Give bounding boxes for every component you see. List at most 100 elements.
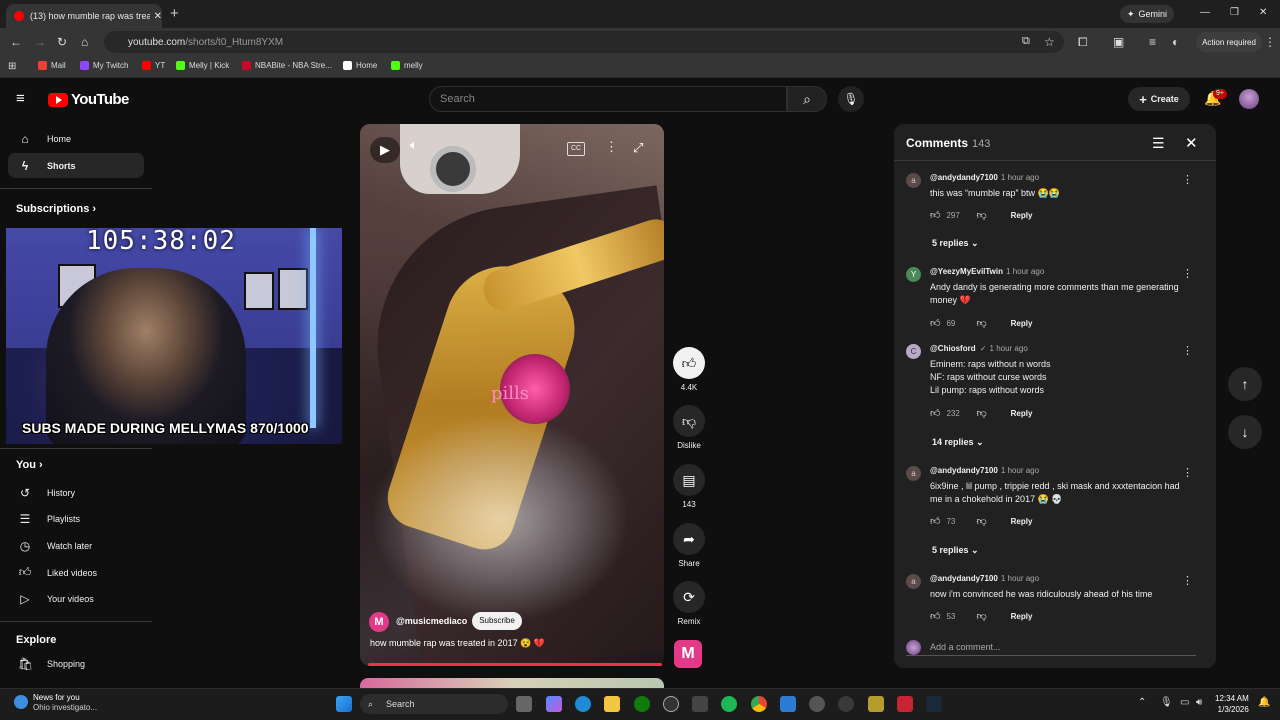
chevron-up-icon[interactable]: ⌃ <box>1138 697 1146 708</box>
browser-tab[interactable]: (13) how mumble rap was treat ✕ <box>6 4 162 28</box>
browser-menu-icon[interactable]: ⋮ <box>1264 35 1276 49</box>
thumbs-down-icon[interactable]: 👎︎ <box>976 317 986 329</box>
home-icon[interactable]: ⌂ <box>81 35 88 49</box>
comment-menu-icon[interactable]: ⋮ <box>1182 574 1193 587</box>
reply-button[interactable]: Reply <box>1011 319 1033 328</box>
short-title[interactable]: how mumble rap was treated in 2017 😵 💔 <box>370 638 545 649</box>
sidebar-item-liked-videos[interactable]: 👍︎ Liked videos <box>8 560 144 585</box>
replies-toggle[interactable]: 5 replies ⌄ <box>932 238 979 249</box>
reply-button[interactable]: Reply <box>1011 211 1033 220</box>
comment-author[interactable]: @YeezyMyEvilTwin 1 hour ago <box>930 267 1044 276</box>
profile-icon[interactable]: ◐ <box>1172 35 1179 49</box>
remix-button[interactable]: ⟳ Remix <box>672 581 706 626</box>
sidebar-item-home[interactable]: ⌂ Home <box>8 126 144 151</box>
channel-thumbnail[interactable]: M <box>674 640 702 668</box>
app-icon[interactable] <box>868 696 884 712</box>
subscriptions-header[interactable]: Subscriptions › <box>16 203 96 215</box>
youtube-logo[interactable]: YouTube <box>48 91 129 108</box>
bookmark-home[interactable]: Home <box>343 61 377 70</box>
extensions-icon[interactable]: ⧠ <box>1078 35 1088 50</box>
volume-icon[interactable]: 🔊︎ <box>1196 697 1202 708</box>
obs-icon[interactable] <box>838 696 854 712</box>
share-button[interactable]: ➦ Share <box>672 523 706 568</box>
avatar[interactable] <box>1239 89 1259 109</box>
volume-icon[interactable]: 🔈︎ <box>410 137 418 153</box>
search-icon[interactable]: ⌕ <box>787 86 827 112</box>
comment-author[interactable]: @Chiosford ✓ 1 hour ago <box>930 344 1028 353</box>
play-icon[interactable]: ▶ <box>370 137 400 163</box>
next-short-arrow-down-icon[interactable]: ↓ <box>1228 415 1262 449</box>
thumbs-up-icon[interactable]: 👍︎ <box>930 317 940 329</box>
comment-author[interactable]: @andydandy7100 1 hour ago <box>930 466 1039 475</box>
file-explorer-icon[interactable] <box>604 696 620 712</box>
network-icon[interactable]: ▭ <box>1180 697 1189 708</box>
action-required-button[interactable]: Action required <box>1196 32 1262 52</box>
store-icon[interactable] <box>692 696 708 712</box>
like-button[interactable]: 👍︎ 4.4K <box>672 347 706 392</box>
video-progress-bar[interactable] <box>368 663 662 666</box>
avatar[interactable]: C <box>906 344 921 359</box>
bookmark-melly[interactable]: melly <box>391 61 423 70</box>
avatar[interactable]: a <box>906 173 921 188</box>
comment-menu-icon[interactable]: ⋮ <box>1182 344 1193 357</box>
menu-icon[interactable]: ≡ <box>16 91 32 106</box>
sort-icon[interactable]: ☰ <box>1152 135 1165 152</box>
reload-icon[interactable]: ↻ <box>57 35 67 49</box>
thumbs-up-icon[interactable]: 👍︎ <box>930 610 940 622</box>
sidebar-item-your-videos[interactable]: ▷ Your videos <box>8 586 144 611</box>
back-icon[interactable]: ← <box>10 35 22 49</box>
sidebar-item-shorts[interactable]: ϟ Shorts <box>8 153 144 178</box>
minimize-icon[interactable]: — <box>1200 7 1210 18</box>
more-options-icon[interactable]: ⋮ <box>605 139 618 155</box>
sidebar-item-history[interactable]: ↺ History <box>8 480 144 505</box>
captions-icon[interactable]: CC <box>567 142 585 156</box>
edge-icon[interactable] <box>575 696 591 712</box>
taskbar-search[interactable]: ⌕ Search <box>360 694 508 714</box>
clock[interactable]: 12:34 AM 1/3/2026 <box>1215 693 1249 715</box>
xbox-icon[interactable] <box>634 696 650 712</box>
sidebar-item-shopping[interactable]: 🛍︎ Shopping <box>8 651 144 676</box>
reply-button[interactable]: Reply <box>1011 612 1033 621</box>
search-input[interactable]: Search <box>429 86 787 112</box>
photos-icon[interactable] <box>780 696 796 712</box>
gemini-button[interactable]: ✦ Gemini <box>1120 5 1174 23</box>
reply-button[interactable]: Reply <box>1011 517 1033 526</box>
avatar[interactable]: a <box>906 466 921 481</box>
channel-avatar[interactable]: M <box>369 612 389 632</box>
start-windows-icon[interactable] <box>336 696 352 712</box>
bookmark-mail[interactable]: Mail <box>38 61 66 70</box>
app-icon[interactable] <box>897 696 913 712</box>
url-bar[interactable]: youtube.com/shorts/t0_Htum8YXM <box>104 31 1064 53</box>
thumbs-down-icon[interactable]: 👎︎ <box>976 407 986 419</box>
thumbs-down-icon[interactable]: 👎︎ <box>976 515 986 527</box>
thumbs-down-icon[interactable]: 👎︎ <box>976 209 986 221</box>
comment-menu-icon[interactable]: ⋮ <box>1182 173 1193 186</box>
copilot-icon[interactable] <box>546 696 562 712</box>
dislike-button[interactable]: 👎︎ Dislike <box>672 405 706 450</box>
comments-button[interactable]: ▤ 143 <box>672 464 706 509</box>
comment-author[interactable]: @andydandy7100 1 hour ago <box>930 574 1039 583</box>
avatar[interactable]: a <box>906 574 921 589</box>
media-player-icon[interactable] <box>809 696 825 712</box>
close-icon[interactable]: ✕ <box>1185 134 1198 152</box>
replies-toggle[interactable]: 14 replies ⌄ <box>932 437 984 448</box>
spotify-icon[interactable] <box>721 696 737 712</box>
bookmark-my-twitch[interactable]: My Twitch <box>80 61 128 70</box>
tab-search-icon[interactable]: ▣ <box>1113 35 1124 49</box>
bookmark-nbabite[interactable]: NBABite - NBA Stre... <box>242 61 332 70</box>
channel-name[interactable]: @musicmediaco <box>396 616 467 626</box>
mic-icon[interactable]: 🎙 <box>1160 697 1173 708</box>
thumbs-up-icon[interactable]: 👍︎ <box>930 407 940 419</box>
news-widget[interactable]: News for you Ohio investigato... <box>14 693 97 713</box>
you-header[interactable]: You › <box>16 459 43 471</box>
thumbs-up-icon[interactable]: 👍︎ <box>930 209 940 221</box>
replies-toggle[interactable]: 5 replies ⌄ <box>932 545 979 556</box>
window-close-icon[interactable]: ✕ <box>1259 7 1267 18</box>
bookmark-yt[interactable]: YT <box>142 61 165 70</box>
sidebar-item-playlists[interactable]: ☰ Playlists <box>8 506 144 531</box>
steam-icon[interactable] <box>926 696 942 712</box>
previous-short-arrow-up-icon[interactable]: ↑ <box>1228 367 1262 401</box>
mic-icon[interactable]: 🎙 <box>838 86 864 112</box>
bookmark-melly-kick[interactable]: Melly | Kick <box>176 61 229 70</box>
fullscreen-icon[interactable]: ⤢ <box>633 140 643 156</box>
